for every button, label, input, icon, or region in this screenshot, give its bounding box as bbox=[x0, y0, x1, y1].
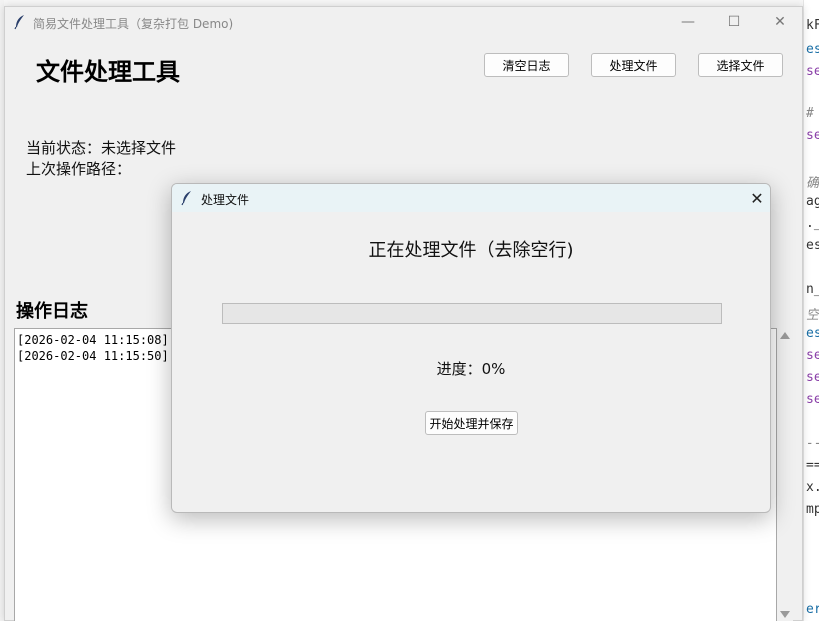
feather-icon bbox=[181, 191, 191, 206]
code-fragment: # s bbox=[806, 106, 819, 121]
code-fragment: kF bbox=[806, 18, 819, 33]
code-fragment: ess bbox=[806, 238, 819, 253]
code-fragment: == bbox=[806, 458, 819, 473]
code-fragment: se bbox=[806, 128, 819, 143]
feather-icon bbox=[14, 15, 24, 30]
code-fragment: se bbox=[806, 370, 819, 385]
code-fragment: -- bbox=[806, 436, 819, 451]
code-fragment: x. bbox=[806, 480, 819, 495]
process-file-button[interactable]: 处理文件 bbox=[591, 53, 676, 77]
close-button[interactable]: ✕ bbox=[757, 7, 803, 37]
log-title: 操作日志 bbox=[16, 301, 88, 322]
window-titlebar[interactable]: 简易文件处理工具（复杂打包 Demo) — ☐ ✕ bbox=[5, 7, 802, 37]
code-fragment: 空 bbox=[806, 308, 819, 323]
page-title: 文件处理工具 bbox=[36, 58, 180, 86]
dialog-title: 处理文件 bbox=[201, 193, 250, 207]
code-fragment: se bbox=[806, 392, 819, 407]
clear-log-button[interactable]: 清空日志 bbox=[484, 53, 569, 77]
maximize-button[interactable]: ☐ bbox=[711, 7, 757, 37]
log-line: [2026-02-04 11:15:08] 已 bbox=[17, 333, 188, 347]
scroll-down-arrow-icon[interactable] bbox=[780, 611, 790, 618]
start-process-button[interactable]: 开始处理并保存 bbox=[425, 411, 518, 435]
log-scrollbar[interactable] bbox=[777, 328, 793, 621]
code-fragment: n_ bbox=[806, 282, 819, 297]
select-file-button[interactable]: 选择文件 bbox=[698, 53, 783, 77]
window-title: 简易文件处理工具（复杂打包 Demo) bbox=[33, 17, 234, 31]
dialog-close-button[interactable]: ✕ bbox=[747, 187, 767, 209]
code-fragment: age bbox=[806, 194, 819, 209]
code-fragment: 确定 bbox=[806, 176, 819, 191]
status-text: 当前状态：未选择文件 bbox=[26, 139, 177, 157]
progress-bar bbox=[222, 303, 722, 324]
code-fragment: ._a bbox=[806, 216, 819, 231]
log-line: [2026-02-04 11:15:50] 开 bbox=[17, 349, 188, 363]
code-fragment: er bbox=[806, 602, 819, 617]
background-code-editor: kF ess se # s se 确定 age ._a ess n_ 空 ess… bbox=[803, 0, 819, 621]
progress-label: 进度：0% bbox=[436, 360, 506, 378]
process-file-dialog: 处理文件 ✕ 正在处理文件（去除空行) 进度：0% 开始处理并保存 bbox=[171, 183, 771, 513]
scroll-up-arrow-icon[interactable] bbox=[780, 332, 790, 339]
dialog-titlebar[interactable]: 处理文件 ✕ bbox=[172, 184, 770, 212]
code-fragment: se bbox=[806, 64, 819, 79]
code-fragment: mpl bbox=[806, 502, 819, 517]
minimize-button[interactable]: — bbox=[665, 7, 711, 37]
code-fragment: se bbox=[806, 348, 819, 363]
code-fragment: ess bbox=[806, 42, 819, 57]
code-fragment: ess bbox=[806, 326, 819, 341]
last-path-text: 上次操作路径： bbox=[26, 160, 132, 178]
dialog-heading: 正在处理文件（去除空行) bbox=[368, 240, 574, 261]
